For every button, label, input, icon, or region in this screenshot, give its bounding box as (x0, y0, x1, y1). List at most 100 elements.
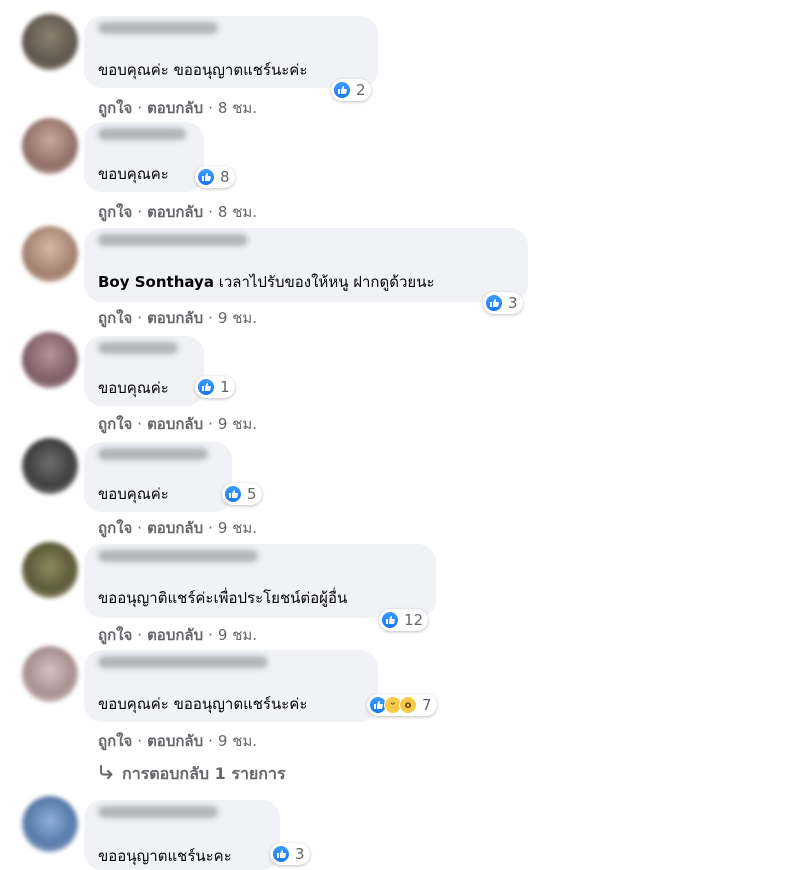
comment-actions: ถูกใจ · ตอบกลับ · 9 ชม. (98, 516, 257, 540)
like-button[interactable]: ถูกใจ (98, 203, 132, 221)
reaction-summary[interactable]: 2 (331, 79, 371, 101)
reaction-count: 8 (220, 168, 230, 186)
reply-button[interactable]: ตอบกลับ (147, 732, 203, 750)
reaction-count: 7 (422, 696, 432, 714)
reply-button[interactable]: ตอบกลับ (147, 309, 203, 327)
timestamp[interactable]: 9 ชม. (218, 415, 257, 433)
mentioned-user[interactable]: Boy Sonthaya (98, 273, 214, 291)
separator: · (137, 732, 143, 750)
reaction-summary[interactable]: 8 (195, 166, 235, 188)
comment-text: ขออนุญาติแชร์ค่ะเพื่อประโยชน์ต่อผู้อื่น (98, 589, 348, 607)
comment-text: ขออนุญาตแชร์นะคะ (98, 847, 232, 865)
separator: · (137, 519, 143, 537)
author-name-blurred (98, 342, 178, 354)
comment-text: ขอบคุณค่ะ ขออนุญาตแชร์นะค่ะ (98, 61, 308, 79)
timestamp[interactable]: 8 ชม. (218, 203, 257, 221)
timestamp[interactable]: 9 ชม. (218, 732, 257, 750)
timestamp[interactable]: 9 ชม. (218, 519, 257, 537)
comment-actions: ถูกใจ · ตอบกลับ · 9 ชม. (98, 306, 257, 330)
like-button[interactable]: ถูกใจ (98, 626, 132, 644)
like-button[interactable]: ถูกใจ (98, 99, 132, 117)
reaction-summary[interactable]: 1 (195, 376, 235, 398)
like-button[interactable]: ถูกใจ (98, 519, 132, 537)
comment-actions: ถูกใจ · ตอบกลับ · 8 ชม. (98, 96, 257, 120)
reaction-count: 3 (508, 294, 518, 312)
like-icon (224, 485, 242, 503)
avatar[interactable] (22, 646, 78, 702)
reply-arrow-icon (98, 764, 114, 783)
avatar[interactable] (22, 226, 78, 282)
comment-bubble: ขออนุญาตแชร์นะคะ (84, 800, 280, 870)
author-name-blurred (98, 234, 248, 246)
timestamp[interactable]: 9 ชม. (218, 309, 257, 327)
author-name-blurred (98, 806, 218, 818)
reaction-count: 1 (220, 378, 230, 396)
separator: · (137, 203, 143, 221)
avatar[interactable] (22, 542, 78, 598)
reply-button[interactable]: ตอบกลับ (147, 203, 203, 221)
author-name-blurred (98, 22, 218, 34)
avatar[interactable] (22, 118, 78, 174)
wow-icon: o (399, 696, 417, 714)
reaction-count: 2 (356, 81, 366, 99)
separator: · (208, 415, 213, 433)
author-name-blurred (98, 448, 208, 460)
comment-text: ขอบคุณคะ (98, 165, 169, 183)
like-icon (197, 378, 215, 396)
avatar[interactable] (22, 796, 78, 852)
comment-actions: ถูกใจ · ตอบกลับ · 8 ชม. (98, 200, 257, 224)
reaction-count: 5 (247, 485, 257, 503)
reaction-count: 12 (404, 611, 424, 629)
comment-actions: ถูกใจ · ตอบกลับ · 9 ชม. (98, 729, 257, 753)
like-button[interactable]: ถูกใจ (98, 309, 132, 327)
author-name-blurred (98, 128, 186, 140)
reply-button[interactable]: ตอบกลับ (147, 519, 203, 537)
reaction-summary[interactable]: ᵕ o 7 (367, 694, 437, 716)
reaction-count: 3 (295, 845, 305, 863)
separator: · (137, 99, 143, 117)
comment-bubble: ขอบคุณค่ะ (84, 336, 204, 406)
separator: · (208, 309, 213, 327)
avatar[interactable] (22, 438, 78, 494)
like-icon (197, 168, 215, 186)
separator: · (208, 99, 213, 117)
separator: · (208, 626, 213, 644)
like-button[interactable]: ถูกใจ (98, 415, 132, 433)
timestamp[interactable]: 8 ชม. (218, 99, 257, 117)
reaction-summary[interactable]: 3 (270, 843, 310, 865)
reaction-summary[interactable]: 12 (379, 609, 429, 631)
comment-bubble: ขอบคุณคะ (84, 122, 204, 192)
separator: · (137, 415, 143, 433)
comment-text: ขอบคุณค่ะ (98, 485, 169, 503)
separator: · (137, 626, 143, 644)
avatar[interactable] (22, 332, 78, 388)
separator: · (208, 203, 213, 221)
reply-button[interactable]: ตอบกลับ (147, 99, 203, 117)
view-replies-link[interactable]: การตอบกลับ 1 รายการ (98, 762, 286, 787)
comment-actions: ถูกใจ · ตอบกลับ · 9 ชม. (98, 412, 257, 436)
reaction-summary[interactable]: 3 (483, 292, 523, 314)
reply-button[interactable]: ตอบกลับ (147, 626, 203, 644)
reply-button[interactable]: ตอบกลับ (147, 415, 203, 433)
like-icon (272, 845, 290, 863)
author-name-blurred (98, 550, 258, 562)
comment-bubble: Boy Sonthaya เวลาไปรับของให้หนู ฝากดูด้ว… (84, 228, 528, 302)
comment-bubble: ขอบคุณค่ะ ขออนุญาตแชร์นะค่ะ (84, 650, 378, 722)
comment-text: ขอบคุณค่ะ (98, 379, 169, 397)
separator: · (208, 519, 213, 537)
avatar[interactable] (22, 14, 78, 70)
comment-actions: ถูกใจ · ตอบกลับ · 9 ชม. (98, 623, 257, 647)
comment-text: ขอบคุณค่ะ ขออนุญาตแชร์นะค่ะ (98, 695, 308, 713)
comment-bubble: ขอบคุณค่ะ ขออนุญาตแชร์นะค่ะ (84, 16, 378, 88)
separator: · (208, 732, 213, 750)
reaction-summary[interactable]: 5 (222, 483, 262, 505)
like-button[interactable]: ถูกใจ (98, 732, 132, 750)
like-icon (381, 611, 399, 629)
separator: · (137, 309, 143, 327)
timestamp[interactable]: 9 ชม. (218, 626, 257, 644)
like-icon (333, 81, 351, 99)
comment-bubble: ขอบคุณค่ะ (84, 442, 232, 512)
comment-body: เวลาไปรับของให้หนู ฝากดูด้วยนะ (213, 273, 435, 291)
like-icon (485, 294, 503, 312)
comment-bubble: ขออนุญาติแชร์ค่ะเพื่อประโยชน์ต่อผู้อื่น (84, 544, 436, 618)
